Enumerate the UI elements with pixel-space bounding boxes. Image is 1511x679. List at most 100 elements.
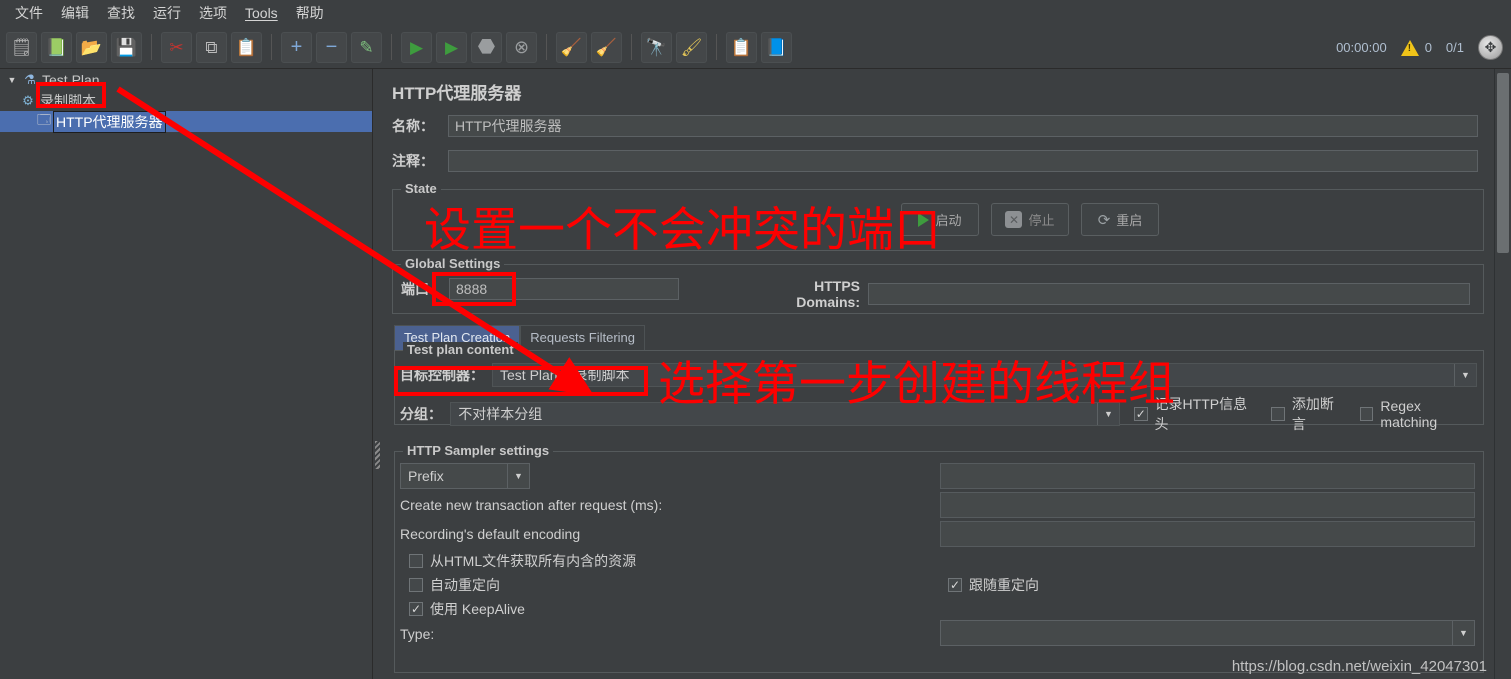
expand-triangle-icon[interactable]: ▼ [4, 75, 20, 85]
transaction-input[interactable] [940, 492, 1475, 518]
main-vertical-scrollbar[interactable] [1494, 69, 1511, 679]
menu-item-search[interactable]: 查找 [98, 0, 144, 26]
checkbox-box [409, 554, 423, 568]
clear-button[interactable]: 🧹 [556, 31, 587, 63]
tab-requests-filtering[interactable]: Requests Filtering [520, 325, 646, 350]
state-group: State 启动 ✕ 停止 ⟳ 重启 [392, 181, 1484, 251]
tree-node-test-plan[interactable]: ▼ ⚗ Test Plan [0, 69, 372, 90]
naming-mode-combo[interactable]: Prefix ▼ [400, 463, 530, 489]
global-settings-group-title: Global Settings [401, 256, 505, 271]
checkbox-box [1271, 407, 1285, 421]
stop-sign-icon: ⬣ [477, 36, 496, 58]
thread-group-icon: ⚙ [22, 92, 34, 108]
test-plan-content-group-title: Test plan content [403, 342, 518, 357]
menu-item-options[interactable]: 选项 [190, 0, 236, 26]
splitter-grip[interactable] [375, 441, 380, 469]
capture-http-headers-checkbox[interactable]: ✓ 记录HTTP信息头 [1133, 394, 1257, 434]
play-icon: ▶ [409, 37, 424, 57]
menu-item-run[interactable]: 运行 [144, 0, 190, 26]
target-controller-row: 目标控制器： Test Plan > 录制脚本 ▼ [400, 363, 1478, 387]
save-button[interactable]: 💾 [111, 31, 142, 63]
clear-all-button[interactable]: 🧹 [591, 31, 622, 63]
menu-item-help[interactable]: 帮助 [287, 0, 333, 26]
https-domains-field-row: HTTPS Domains: [748, 278, 1478, 310]
reset-search-button[interactable]: 🖌 [676, 31, 707, 63]
http-proxy-icon: 🗔 [36, 111, 52, 127]
start-button[interactable]: ▶ [401, 31, 432, 63]
prefix-input[interactable] [940, 463, 1475, 489]
shutdown-x-icon: ⊗ [513, 37, 530, 57]
tree-node-http-proxy-server[interactable]: 🗔 HTTP代理服务器 [0, 110, 372, 133]
scrollbar-thumb[interactable] [1497, 73, 1509, 253]
menu-bar: 文件 编辑 查找 运行 选项 Tools 帮助 [0, 0, 1511, 26]
collapse-all-button[interactable]: − [316, 31, 347, 63]
cut-button[interactable]: ✂ [161, 31, 192, 63]
shutdown-button[interactable]: ⊗ [506, 31, 537, 63]
state-group-title: State [401, 181, 441, 196]
add-assertions-checkbox[interactable]: 添加断言 [1271, 394, 1345, 434]
function-helper-icon: 📋 [730, 37, 753, 57]
name-label: 名称： [392, 118, 434, 134]
encoding-input[interactable] [940, 521, 1475, 547]
restart-proxy-button[interactable]: ⟳ 重启 [1081, 203, 1159, 236]
menu-item-file[interactable]: 文件 [6, 0, 52, 26]
toggle-enabled-button[interactable]: ✎ [351, 31, 382, 63]
search-button[interactable]: 🔭 [641, 31, 672, 63]
grouping-combo[interactable]: 不对样本分组 ▼ [450, 402, 1120, 426]
toolbar-status-area: 00:00:00 0 0/1 ✥ [1336, 26, 1503, 69]
copy-button[interactable]: ⧉ [196, 31, 227, 63]
thread-status-icon[interactable]: ✥ [1478, 35, 1503, 60]
tree-node-recording-script[interactable]: ⚙ 录制脚本 [0, 90, 372, 111]
play-no-pause-icon: ▶ [444, 37, 459, 57]
retrieve-embedded-resources-label: 从HTML文件获取所有内含的资源 [430, 553, 637, 569]
toolbar-group-run: ▶ ▶ ⬣ ⊗ [395, 31, 543, 63]
auto-redirect-checkbox[interactable]: 自动重定向 [409, 575, 500, 595]
tree-main-splitter[interactable] [373, 69, 382, 679]
open-button[interactable]: 📂 [76, 31, 107, 63]
warning-indicator[interactable]: 0 [1400, 39, 1432, 56]
comment-input[interactable] [448, 150, 1478, 172]
encoding-label: Recording's default encoding [400, 526, 581, 542]
port-input[interactable]: 8888 [449, 278, 679, 300]
function-helper-button[interactable]: 📋 [726, 31, 757, 63]
http-sampler-settings-group: HTTP Sampler settings Prefix ▼ Create ne… [394, 443, 1484, 673]
name-field-row: 名称： HTTP代理服务器 [392, 115, 1484, 137]
checkbox-box [1359, 407, 1374, 421]
type-combo[interactable]: ▼ [940, 620, 1475, 646]
name-input[interactable]: HTTP代理服务器 [448, 115, 1478, 137]
chevron-down-icon[interactable]: ▼ [1454, 364, 1476, 386]
stop-proxy-button[interactable]: ✕ 停止 [991, 203, 1069, 236]
new-button[interactable]: 🗒 [6, 31, 37, 63]
https-domains-input[interactable] [868, 283, 1470, 305]
stop-button[interactable]: ⬣ [471, 31, 502, 63]
toolbar-group-clear: 🧹 🧹 [550, 31, 628, 63]
page-title: HTTP代理服务器 [392, 84, 522, 103]
templates-button[interactable]: 📗 [41, 31, 72, 63]
start-proxy-button[interactable]: 启动 [901, 203, 979, 236]
test-plan-tree[interactable]: ▼ ⚗ Test Plan ⚙ 录制脚本 🗔 HTTP代理服务器 [0, 69, 373, 679]
chevron-down-icon[interactable]: ▼ [507, 464, 529, 488]
chevron-down-icon[interactable]: ▼ [1452, 621, 1474, 645]
target-controller-combo[interactable]: Test Plan > 录制脚本 ▼ [492, 363, 1477, 387]
retrieve-embedded-resources-checkbox[interactable]: 从HTML文件获取所有内含的资源 [409, 551, 636, 571]
regex-matching-checkbox[interactable]: Regex matching [1359, 398, 1478, 430]
follow-redirects-checkbox[interactable]: ✓ 跟随重定向 [948, 575, 1039, 595]
target-controller-value: Test Plan > 录制脚本 [500, 367, 630, 383]
watermark: https://blog.csdn.net/weixin_42047301 [1231, 658, 1487, 675]
start-no-pauses-button[interactable]: ▶ [436, 31, 467, 63]
minus-icon: − [325, 36, 338, 58]
toolbar-separator-1 [151, 34, 152, 60]
menu-item-edit[interactable]: 编辑 [52, 0, 98, 26]
help-button[interactable]: 📘 [761, 31, 792, 63]
menu-item-tools[interactable]: Tools [236, 2, 287, 24]
grouping-row: 分组： 不对样本分组 ▼ ✓ 记录HTTP信息头 添加断言 Regex matc… [400, 394, 1478, 434]
toolbar: 🗒 📗 📂 💾 ✂ ⧉ 📋 + − ✎ ▶ ▶ ⬣ ⊗ 🧹 🧹 🔭 🖌 📋 📘 [0, 26, 1511, 69]
naming-mode-value: Prefix [408, 468, 444, 484]
start-proxy-label: 启动 [935, 213, 962, 228]
use-keepalive-checkbox[interactable]: ✓ 使用 KeepAlive [409, 599, 525, 619]
chevron-down-icon[interactable]: ▼ [1096, 403, 1119, 425]
transaction-label: Create new transaction after request (ms… [400, 497, 663, 513]
help-book-icon: 📘 [765, 37, 788, 57]
paste-button[interactable]: 📋 [231, 31, 262, 63]
expand-all-button[interactable]: + [281, 31, 312, 63]
